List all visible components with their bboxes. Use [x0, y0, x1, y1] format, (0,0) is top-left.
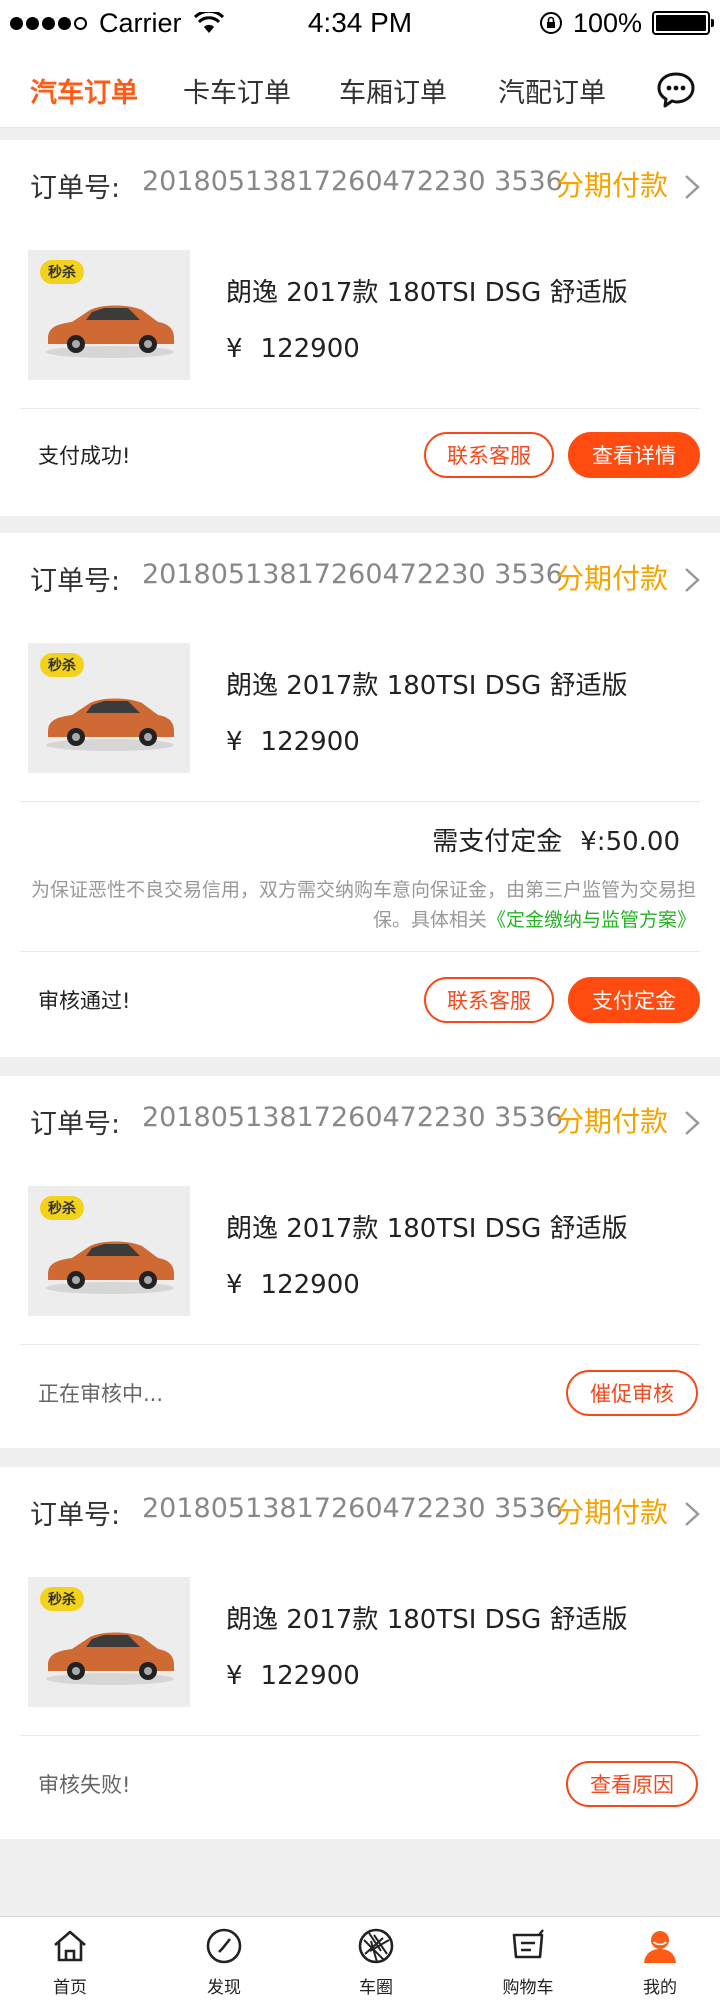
contact-service-button[interactable]: 联系客服: [424, 977, 554, 1023]
order-number: 20180513817260472230 3536: [142, 559, 563, 590]
order-header[interactable]: 订单号: 20180513817260472230 3536 分期付款: [30, 140, 720, 234]
order-card: 订单号: 20180513817260472230 3536 分期付款 秒杀 朗…: [0, 1467, 720, 1839]
divider: [20, 1344, 700, 1345]
order-number: 20180513817260472230 3536: [142, 1102, 563, 1133]
order-header[interactable]: 订单号: 20180513817260472230 3536 分期付款: [30, 533, 720, 627]
tab-carriage-orders[interactable]: 车厢订单: [339, 46, 447, 128]
order-status: 支付成功!: [38, 444, 131, 468]
message-icon[interactable]: [656, 70, 696, 110]
bottom-tab-bar: 首页 发现 车圈 购物车 我的: [0, 1916, 720, 2000]
flash-sale-badge: 秒杀: [40, 653, 84, 677]
compass-icon: [206, 1928, 242, 1964]
order-status: 审核失败!: [38, 1773, 131, 1797]
view-details-button[interactable]: 查看详情: [568, 432, 700, 478]
product-name: 朗逸 2017款 180TSI DSG 舒适版: [226, 671, 628, 701]
product-name: 朗逸 2017款 180TSI DSG 舒适版: [226, 1605, 628, 1635]
product-image[interactable]: 秒杀: [28, 1577, 190, 1707]
product-image[interactable]: 秒杀: [28, 643, 190, 773]
order-card: 订单号: 20180513817260472230 3536 分期付款 秒杀 朗…: [0, 140, 720, 516]
divider: [20, 408, 700, 409]
car-image: [46, 1241, 174, 1294]
product-price: ¥122900: [226, 1661, 360, 1691]
contact-service-button[interactable]: 联系客服: [424, 432, 554, 478]
home-icon: [54, 1930, 86, 1962]
order-type-tabs: 汽车订单 卡车订单 车厢订单 汽配订单: [0, 46, 720, 128]
pay-deposit-button[interactable]: 支付定金: [568, 977, 700, 1023]
flash-sale-badge: 秒杀: [40, 1587, 84, 1611]
battery-percent: 100%: [572, 7, 642, 38]
tab-car-orders[interactable]: 汽车订单: [30, 46, 138, 128]
tabbar-item-cart[interactable]: 购物车: [478, 1917, 578, 2000]
payment-type: 分期付款: [555, 1105, 668, 1138]
payment-type: 分期付款: [555, 169, 668, 202]
divider: [20, 801, 700, 802]
chevron-right-icon: [685, 568, 700, 592]
status-bar: Carrier 4:34 PM 100%: [0, 0, 720, 46]
tabbar-item-car-circle[interactable]: 车圈: [326, 1917, 426, 2000]
user-icon: [644, 1931, 676, 1963]
product-name: 朗逸 2017款 180TSI DSG 舒适版: [226, 1214, 628, 1244]
flash-sale-badge: 秒杀: [40, 260, 84, 284]
cart-icon: [512, 1929, 544, 1959]
order-status: 正在审核中...: [38, 1382, 164, 1406]
divider: [20, 951, 700, 952]
deposit-label: 需支付定金: [432, 827, 563, 857]
order-number-label: 订单号:: [30, 173, 121, 204]
product-price: ¥122900: [226, 334, 360, 364]
chevron-right-icon: [685, 1502, 700, 1526]
divider: [20, 1735, 700, 1736]
tab-truck-orders[interactable]: 卡车订单: [183, 46, 291, 128]
urge-review-button[interactable]: 催促审核: [566, 1370, 698, 1416]
aperture-icon: [358, 1928, 394, 1964]
deposit-due: 需支付定金 ¥:50.00: [432, 821, 680, 858]
car-image: [46, 305, 174, 358]
order-status: 审核通过!: [38, 989, 131, 1013]
order-card: 订单号: 20180513817260472230 3536 分期付款 秒杀 朗…: [0, 533, 720, 1057]
deposit-amount: ¥:50.00: [580, 827, 680, 857]
tabbar-item-discover[interactable]: 发现: [174, 1917, 274, 2000]
payment-type: 分期付款: [555, 1496, 668, 1529]
battery-icon: [652, 11, 714, 35]
tabbar-item-home[interactable]: 首页: [20, 1917, 120, 2000]
deposit-note: 为保证恶性不良交易信用，双方需交纳购车意向保证金，由第三户监管为交易担保。具体相…: [30, 879, 696, 931]
order-number: 20180513817260472230 3536: [142, 166, 563, 197]
deposit-policy-link[interactable]: 《定金缴纳与监管方案》: [487, 909, 696, 931]
view-reason-button[interactable]: 查看原因: [566, 1761, 698, 1807]
car-image: [46, 698, 174, 751]
order-card: 订单号: 20180513817260472230 3536 分期付款 秒杀 朗…: [0, 1076, 720, 1448]
order-number: 20180513817260472230 3536: [142, 1493, 563, 1524]
product-image[interactable]: 秒杀: [28, 250, 190, 380]
order-number-label: 订单号:: [30, 1109, 121, 1140]
tab-parts-orders[interactable]: 汽配订单: [498, 46, 606, 128]
flash-sale-badge: 秒杀: [40, 1196, 84, 1220]
order-number-label: 订单号:: [30, 1500, 121, 1531]
chevron-right-icon: [685, 175, 700, 199]
order-header[interactable]: 订单号: 20180513817260472230 3536 分期付款: [30, 1076, 720, 1170]
order-header[interactable]: 订单号: 20180513817260472230 3536 分期付款: [30, 1467, 720, 1561]
rotation-lock-icon: [539, 12, 562, 34]
chevron-right-icon: [685, 1111, 700, 1135]
product-price: ¥122900: [226, 1270, 360, 1300]
tabbar-item-mine[interactable]: 我的: [610, 1917, 710, 2000]
car-image: [46, 1632, 174, 1685]
product-image[interactable]: 秒杀: [28, 1186, 190, 1316]
order-number-label: 订单号:: [30, 566, 121, 597]
product-price: ¥122900: [226, 727, 360, 757]
payment-type: 分期付款: [555, 562, 668, 595]
product-name: 朗逸 2017款 180TSI DSG 舒适版: [226, 278, 628, 308]
